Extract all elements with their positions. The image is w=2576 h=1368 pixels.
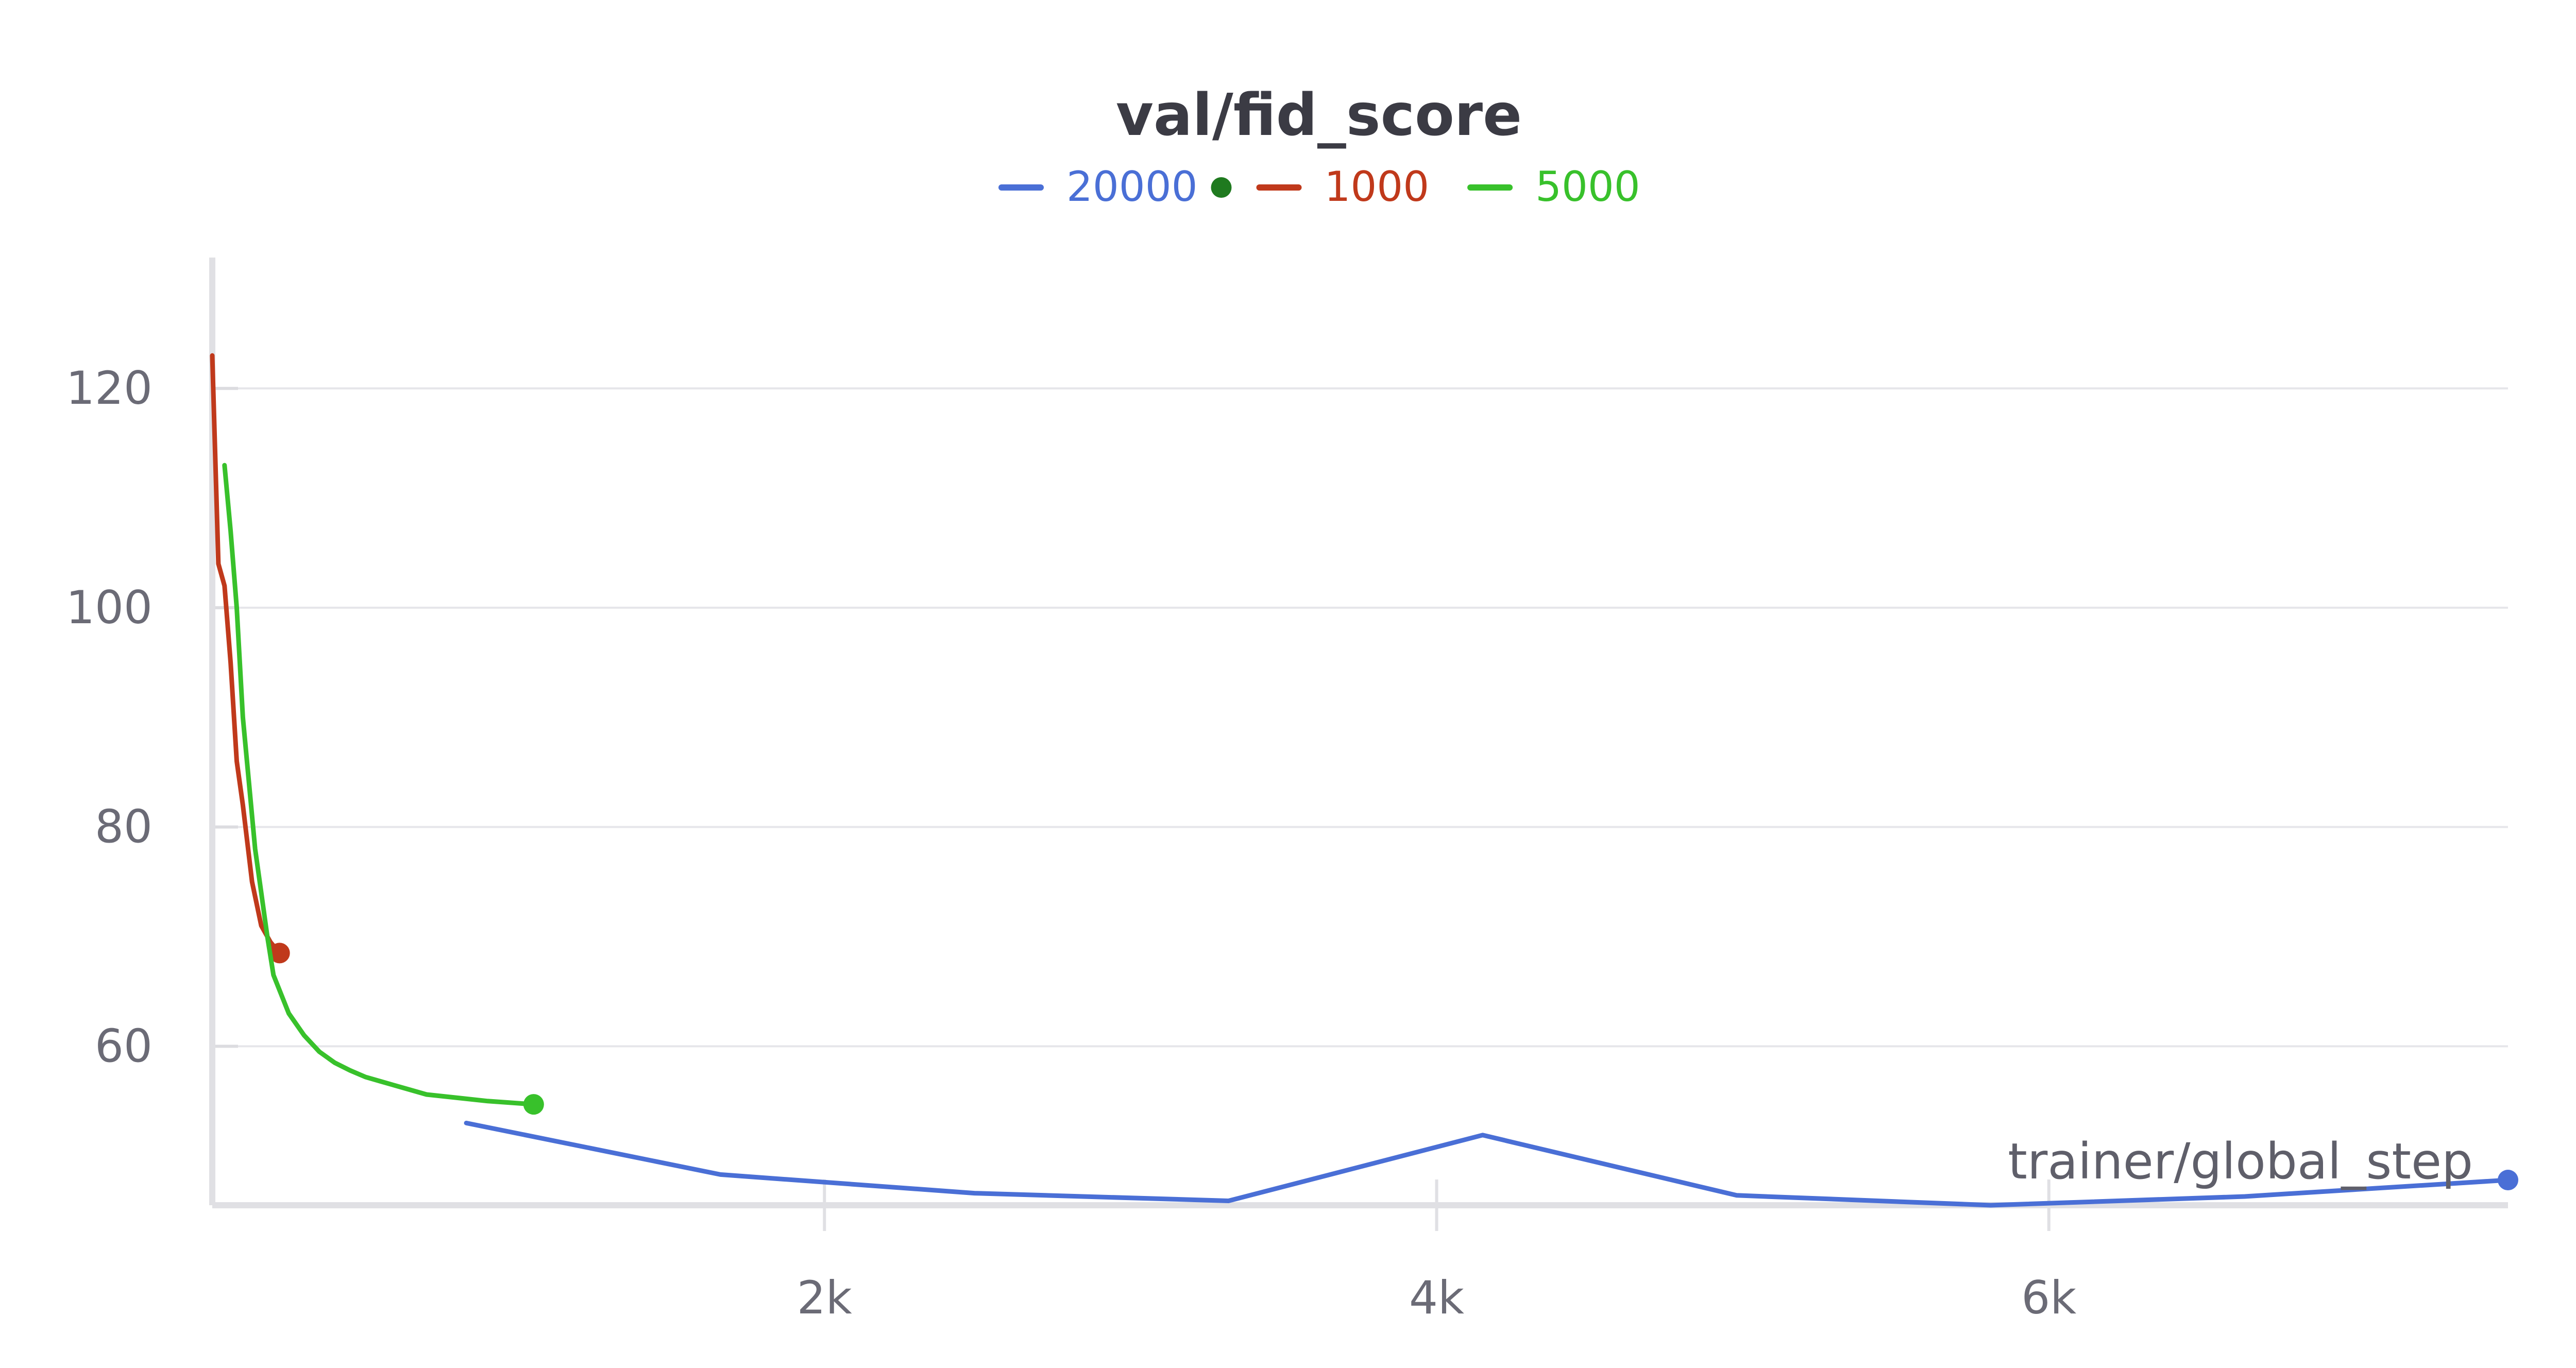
legend-label-20000[interactable]: 20000: [1066, 163, 1198, 211]
y-tick-label: 80: [95, 800, 152, 853]
y-tick-label: 60: [95, 1019, 152, 1072]
series-lines: [210, 353, 2518, 1208]
legend-label-5000[interactable]: 5000: [1535, 163, 1640, 211]
y-tick-label: 120: [66, 362, 152, 415]
chart-title: val/fid_score: [1116, 82, 1522, 149]
x-tick-label: 2k: [797, 1271, 852, 1324]
legend[interactable]: 20000 1000 5000: [998, 163, 1640, 211]
chart-container: 60 80 100 120 2k 4k 6k val/fid_score 20000 1000…: [0, 0, 2576, 1368]
series-end-marker-20000[interactable]: [2498, 1170, 2518, 1191]
line-chart: 60 80 100 120 2k 4k 6k val/fid_score 20000 1000…: [66, 82, 2518, 1324]
y-tick-label: 100: [66, 581, 152, 634]
series-line-5000[interactable]: [222, 463, 536, 1107]
legend-label-1000[interactable]: 1000: [1325, 163, 1430, 211]
x-tick-label: 4k: [1409, 1271, 1464, 1324]
series-line-1000[interactable]: [210, 353, 282, 955]
x-tick-label: 6k: [2021, 1271, 2076, 1324]
legend-dot-icon: [1211, 177, 1232, 198]
x-axis-label: trainer/global_step: [2008, 1133, 2473, 1190]
series-end-marker-5000[interactable]: [523, 1094, 544, 1115]
grid-lines: [212, 387, 2508, 1048]
